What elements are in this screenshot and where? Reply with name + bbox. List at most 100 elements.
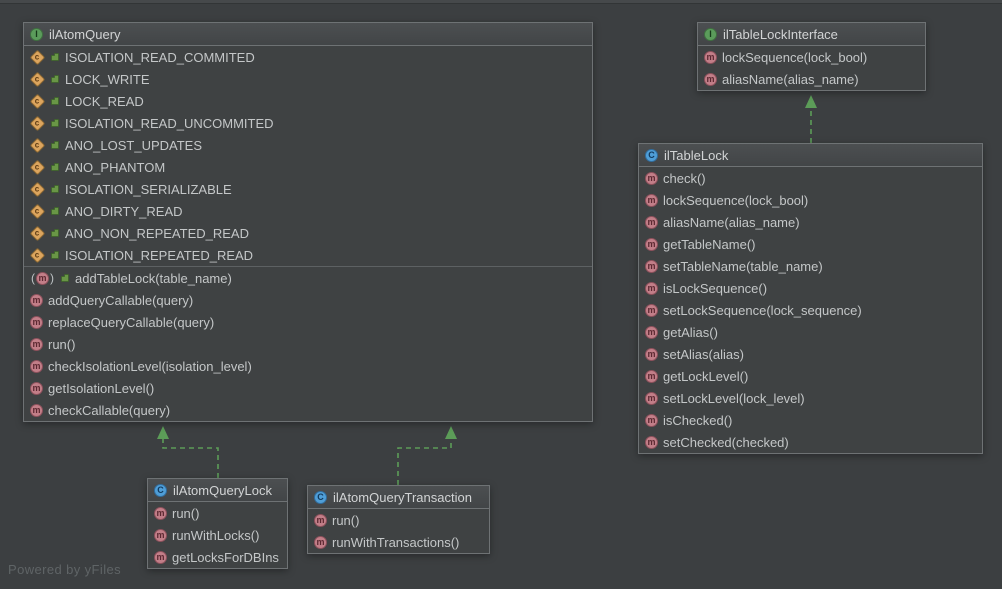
method-row[interactable]: mrun(): [24, 333, 592, 355]
field-row[interactable]: cANO_PHANTOM: [24, 156, 592, 178]
class-icon: C: [314, 491, 327, 504]
method-icon: m: [645, 238, 658, 251]
modifier-icon: [50, 52, 60, 62]
field-row[interactable]: cLOCK_READ: [24, 90, 592, 112]
method-label: getLockLevel(): [663, 369, 748, 384]
edge-ilTableLock-to-ilTableLockInterface: [805, 95, 817, 143]
method-row[interactable]: mgetTableName(): [639, 233, 982, 255]
method-label: getLocksForDBIns: [172, 550, 279, 565]
method-label: replaceQueryCallable(query): [48, 315, 214, 330]
field-label: ANO_NON_REPEATED_READ: [65, 226, 249, 241]
method-icon: m: [30, 382, 43, 395]
method-icon: m: [645, 392, 658, 405]
method-icon: m: [314, 514, 327, 527]
method-row[interactable]: msetLockSequence(lock_sequence): [639, 299, 982, 321]
method-row[interactable]: m runWithTransactions(): [308, 531, 489, 553]
constant-icon: c: [30, 115, 46, 131]
method-row[interactable]: (m)addTableLock(table_name): [24, 267, 592, 289]
field-row[interactable]: cISOLATION_READ_COMMITED: [24, 46, 592, 68]
field-label: ANO_PHANTOM: [65, 160, 165, 175]
class-title: ilTableLock: [664, 148, 728, 163]
class-header[interactable]: CilAtomQueryTransaction: [308, 486, 489, 509]
class-title: ilAtomQueryTransaction: [333, 490, 472, 505]
method-label: setAlias(alias): [663, 347, 744, 362]
method-icon: m: [154, 529, 167, 542]
field-row[interactable]: cISOLATION_REPEATED_READ: [24, 244, 592, 266]
class-title: ilAtomQueryLock: [173, 483, 272, 498]
method-label: run(): [172, 506, 199, 521]
method-icon: m: [30, 404, 43, 417]
method-label: runWithTransactions(): [332, 535, 459, 550]
edge-ilAtomQueryTransaction-to-ilAtomQuery: [398, 426, 457, 485]
method-row[interactable]: mcheckIsolationLevel(isolation_level): [24, 355, 592, 377]
method-label: addQueryCallable(query): [48, 293, 193, 308]
field-label: LOCK_WRITE: [65, 72, 150, 87]
class-node-ilAtomQueryTransaction[interactable]: CilAtomQueryTransactionmrun()mrunWithTra…: [307, 485, 490, 554]
class-header[interactable]: CilTableLock: [639, 144, 982, 167]
constant-icon: c: [30, 71, 46, 87]
class-header[interactable]: IilTableLockInterface: [698, 23, 925, 46]
modifier-icon: [50, 250, 60, 260]
field-row[interactable]: c ANO_NON_REPEATED_READ: [24, 222, 592, 244]
constant-icon: c: [30, 93, 46, 109]
field-row[interactable]: c ANO_DIRTY_READ: [24, 200, 592, 222]
class-node-ilAtomQueryLock[interactable]: CilAtomQueryLockmrun()mrunWithLocks()mge…: [147, 478, 288, 569]
constant-icon: c: [30, 225, 46, 241]
method-row[interactable]: mgetLockLevel(): [639, 365, 982, 387]
method-row[interactable]: misChecked(): [639, 409, 982, 431]
method-row[interactable]: mlockSequence(lock_bool): [639, 189, 982, 211]
method-icon: m: [704, 51, 717, 64]
modifier-icon: [50, 96, 60, 106]
field-row[interactable]: cISOLATION_READ_UNCOMMITED: [24, 112, 592, 134]
method-row[interactable]: msetAlias(alias): [639, 343, 982, 365]
abstract-method-icon: (m): [30, 271, 55, 285]
field-row[interactable]: c LOCK_WRITE: [24, 68, 592, 90]
method-row[interactable]: misLockSequence(): [639, 277, 982, 299]
modifier-icon: [50, 162, 60, 172]
method-row[interactable]: mrun(): [308, 509, 489, 531]
constant-icon: c: [30, 203, 46, 219]
method-row[interactable]: m lockSequence(lock_bool): [698, 46, 925, 68]
method-row[interactable]: msetTableName(table_name): [639, 255, 982, 277]
method-icon: m: [314, 536, 327, 549]
field-label: ANO_DIRTY_READ: [65, 204, 183, 219]
method-row[interactable]: msetChecked(checked): [639, 431, 982, 453]
method-row[interactable]: mgetLocksForDBIns: [148, 546, 287, 568]
modifier-icon: [60, 273, 70, 283]
method-row[interactable]: mgetAlias(): [639, 321, 982, 343]
method-label: run(): [48, 337, 75, 352]
method-label: check(): [663, 171, 706, 186]
method-icon: m: [645, 282, 658, 295]
method-row[interactable]: mcheckCallable(query): [24, 399, 592, 421]
class-header[interactable]: IilAtomQuery: [24, 23, 592, 46]
method-label: getAlias(): [663, 325, 718, 340]
class-header[interactable]: CilAtomQueryLock: [148, 479, 287, 502]
method-icon: m: [645, 436, 658, 449]
modifier-icon: [50, 74, 60, 84]
class-node-ilTableLock[interactable]: CilTableLockmcheck()mlockSequence(lock_b…: [638, 143, 983, 454]
class-node-ilAtomQuery[interactable]: IilAtomQuerycISOLATION_READ_COMMITEDcLOC…: [23, 22, 593, 422]
diagram-canvas[interactable]: IilAtomQuerycISOLATION_READ_COMMITEDcLOC…: [0, 0, 1002, 589]
method-label: getIsolationLevel(): [48, 381, 154, 396]
class-icon: C: [645, 149, 658, 162]
field-label: ANO_LOST_UPDATES: [65, 138, 202, 153]
modifier-icon: [50, 184, 60, 194]
method-row[interactable]: m getIsolationLevel(): [24, 377, 592, 399]
method-row[interactable]: maliasName(alias_name): [698, 68, 925, 90]
method-row[interactable]: mcheck(): [639, 167, 982, 189]
method-row[interactable]: mreplaceQueryCallable(query): [24, 311, 592, 333]
field-row[interactable]: cISOLATION_SERIALIZABLE: [24, 178, 592, 200]
method-icon: m: [36, 272, 49, 285]
method-label: lockSequence(lock_bool): [722, 50, 867, 65]
class-node-ilTableLockInterface[interactable]: IilTableLockInterface m lockSequence(lock_…: [697, 22, 926, 91]
field-row[interactable]: cANO_LOST_UPDATES: [24, 134, 592, 156]
method-row[interactable]: maliasName(alias_name): [639, 211, 982, 233]
edge-ilAtomQueryLock-to-ilAtomQuery: [157, 426, 218, 478]
interface-icon: I: [30, 28, 43, 41]
method-row[interactable]: maddQueryCallable(query): [24, 289, 592, 311]
method-icon: m: [704, 73, 717, 86]
method-row[interactable]: mrun(): [148, 502, 287, 524]
method-row[interactable]: msetLockLevel(lock_level): [639, 387, 982, 409]
method-row[interactable]: mrunWithLocks(): [148, 524, 287, 546]
constant-icon: c: [30, 181, 46, 197]
